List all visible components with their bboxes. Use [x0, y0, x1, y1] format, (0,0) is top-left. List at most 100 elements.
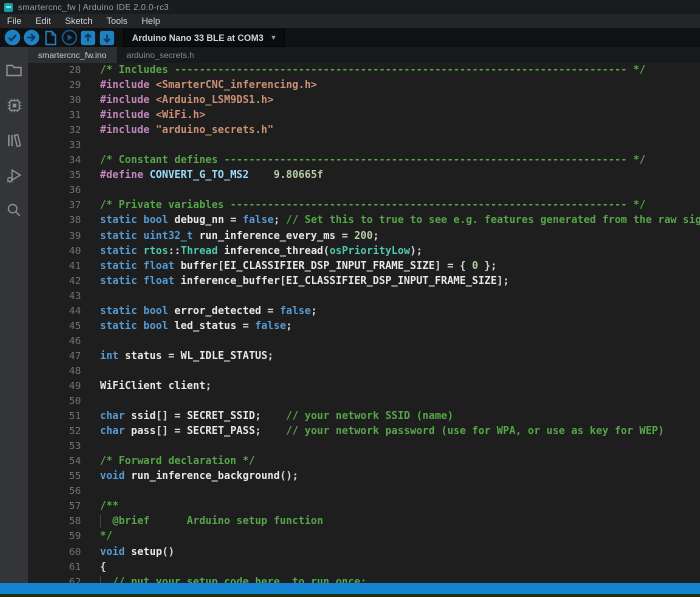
menu-item-sketch[interactable]: Sketch	[58, 16, 100, 26]
code-token: int	[100, 350, 119, 362]
line-number[interactable]: 49	[28, 379, 90, 394]
line-number[interactable]: 61	[28, 560, 90, 575]
save-button[interactable]	[98, 29, 116, 47]
sidebar-item-search[interactable]	[0, 195, 28, 230]
line-number[interactable]: 30	[28, 93, 90, 108]
upload-button[interactable]	[22, 29, 40, 47]
code-token: bool	[143, 214, 168, 226]
tab-smartercnc_fw.ino[interactable]: smartercnc_fw.ino	[28, 47, 117, 63]
line-number[interactable]: 43	[28, 289, 90, 304]
code-line[interactable]: 60void setup()	[28, 545, 700, 560]
code-token: setup	[131, 546, 162, 558]
code-line[interactable]: 40static rtos::Thread inference_thread(o…	[28, 244, 700, 259]
sidebar-item-sketchbook[interactable]	[0, 55, 28, 90]
line-number[interactable]: 40	[28, 244, 90, 259]
code-line[interactable]: 31#include <WiFi.h>	[28, 108, 700, 123]
line-number[interactable]: 31	[28, 108, 90, 123]
line-number[interactable]: 44	[28, 304, 90, 319]
code-token: <Arduino_LSM9DS1.h>	[156, 94, 274, 106]
line-number[interactable]: 38	[28, 213, 90, 228]
code-line[interactable]: 51char ssid[] = SECRET_SSID; // your net…	[28, 409, 700, 424]
code-line[interactable]: 59*/	[28, 529, 700, 544]
code-line[interactable]: 49WiFiClient client;	[28, 379, 700, 394]
code-line[interactable]: 46	[28, 334, 700, 349]
line-number[interactable]: 52	[28, 424, 90, 439]
code-line[interactable]: 61{	[28, 560, 700, 575]
line-number[interactable]: 58	[28, 514, 90, 529]
code-line[interactable]: 42static float inference_buffer[EI_CLASS…	[28, 274, 700, 289]
line-number[interactable]: 54	[28, 454, 90, 469]
code-line[interactable]: 57/**	[28, 499, 700, 514]
line-number[interactable]: 39	[28, 229, 90, 244]
code-token: static	[100, 260, 137, 272]
code-line[interactable]: 56	[28, 484, 700, 499]
line-number[interactable]: 46	[28, 334, 90, 349]
open-button[interactable]	[79, 29, 97, 47]
code-text: #include "arduino_secrets.h"	[100, 123, 274, 138]
code-line[interactable]: 34/* Constant defines ------------------…	[28, 153, 700, 168]
line-number[interactable]: 60	[28, 545, 90, 560]
code-line[interactable]: 29#include <SmarterCNC_inferencing.h>	[28, 78, 700, 93]
line-number[interactable]: 34	[28, 153, 90, 168]
code-line[interactable]: 43	[28, 289, 700, 304]
menu-item-help[interactable]: Help	[135, 16, 168, 26]
sidebar-item-debugger[interactable]	[0, 160, 28, 195]
code-line[interactable]: 30#include <Arduino_LSM9DS1.h>	[28, 93, 700, 108]
line-number[interactable]: 42	[28, 274, 90, 289]
line-number[interactable]: 45	[28, 319, 90, 334]
code-line[interactable]: 52char pass[] = SECRET_PASS; // your net…	[28, 424, 700, 439]
code-token: ] = {	[435, 260, 472, 272]
code-token: ()	[162, 546, 174, 558]
code-line[interactable]: 55void run_inference_background();	[28, 469, 700, 484]
line-number[interactable]: 33	[28, 138, 90, 153]
debug-button[interactable]	[60, 29, 78, 47]
code-line[interactable]: 62 // put your setup code here, to run o…	[28, 575, 700, 583]
line-number[interactable]: 55	[28, 469, 90, 484]
code-line[interactable]: 33	[28, 138, 700, 153]
verify-button[interactable]	[3, 29, 21, 47]
code-line[interactable]: 48	[28, 364, 700, 379]
line-number[interactable]: 29	[28, 78, 90, 93]
menu-item-tools[interactable]: Tools	[100, 16, 135, 26]
line-number[interactable]: 50	[28, 394, 90, 409]
code-line[interactable]: 45static bool led_status = false;	[28, 319, 700, 334]
code-line[interactable]: 58 @brief Arduino setup function	[28, 514, 700, 529]
line-number[interactable]: 47	[28, 349, 90, 364]
sidebar-item-library-manager[interactable]	[0, 125, 28, 160]
line-number[interactable]: 57	[28, 499, 90, 514]
code-line[interactable]: 41static float buffer[EI_CLASSIFIER_DSP_…	[28, 259, 700, 274]
new-sketch-button[interactable]	[41, 29, 59, 47]
code-line[interactable]: 39static uint32_t run_inference_every_ms…	[28, 229, 700, 244]
line-number[interactable]: 51	[28, 409, 90, 424]
editor-column: smartercnc_fw.inoarduino_secrets.h 28/* …	[28, 47, 700, 583]
line-number[interactable]: 37	[28, 198, 90, 213]
code-line[interactable]: 54/* Forward declaration */	[28, 454, 700, 469]
code-line[interactable]: 47int status = WL_IDLE_STATUS;	[28, 349, 700, 364]
line-number[interactable]: 59	[28, 529, 90, 544]
line-number[interactable]: 28	[28, 63, 90, 78]
line-number[interactable]: 35	[28, 168, 90, 183]
code-line[interactable]: 44static bool error_detected = false;	[28, 304, 700, 319]
line-number[interactable]: 48	[28, 364, 90, 379]
line-number[interactable]: 32	[28, 123, 90, 138]
code-line[interactable]: 37/* Private variables -----------------…	[28, 198, 700, 213]
code-line[interactable]: 53	[28, 439, 700, 454]
menu-item-file[interactable]: File	[0, 16, 29, 26]
code-line[interactable]: 35#define CONVERT_G_TO_MS2 9.80665f	[28, 168, 700, 183]
line-number[interactable]: 53	[28, 439, 90, 454]
menu-item-edit[interactable]: Edit	[29, 16, 59, 26]
line-number[interactable]: 36	[28, 183, 90, 198]
sidebar-item-boards-manager[interactable]	[0, 90, 28, 125]
code-editor[interactable]: 28/* Includes --------------------------…	[28, 63, 700, 583]
code-line[interactable]: 32 #include "arduino_secrets.h"	[28, 123, 700, 138]
code-token: ;	[311, 305, 317, 317]
line-number[interactable]: 41	[28, 259, 90, 274]
code-line[interactable]: 38static bool debug_nn = false; // Set t…	[28, 213, 700, 228]
code-line[interactable]: 28/* Includes --------------------------…	[28, 63, 700, 78]
line-number[interactable]: 62	[28, 575, 90, 583]
line-number[interactable]: 56	[28, 484, 90, 499]
board-selector[interactable]: Arduino Nano 33 BLE at COM3 ▾	[123, 29, 285, 47]
tab-arduino_secrets.h[interactable]: arduino_secrets.h	[117, 47, 205, 63]
code-line[interactable]: 50	[28, 394, 700, 409]
code-line[interactable]: 36	[28, 183, 700, 198]
